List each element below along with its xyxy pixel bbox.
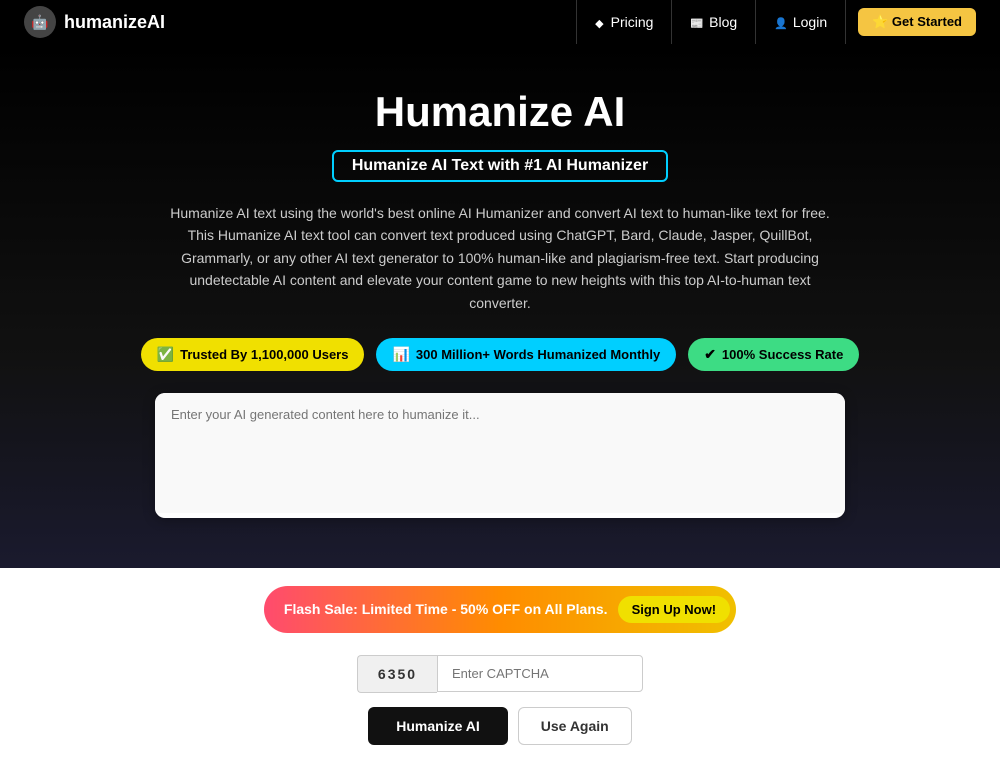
bottom-section: Flash Sale: Limited Time - 50% OFF on Al… — [0, 568, 1000, 775]
navbar: 🤖 humanizeAI Pricing Blog Login ⭐ Get St… — [0, 0, 1000, 44]
nav-link-blog[interactable]: Blog — [672, 0, 756, 44]
hero-section: Humanize AI Humanize AI Text with #1 AI … — [0, 44, 1000, 568]
use-again-button[interactable]: Use Again — [518, 707, 632, 745]
diamond-icon — [595, 14, 605, 30]
flash-sale-text: Flash Sale: Limited Time - 50% OFF on Al… — [284, 601, 608, 617]
logo-text: humanizeAI — [64, 12, 165, 33]
sign-up-now-button[interactable]: Sign Up Now! — [618, 596, 731, 623]
badge-success-rate: ✔ 100% Success Rate — [688, 338, 859, 371]
ai-content-textarea[interactable] — [155, 393, 845, 513]
badge-words-humanized: 📊 300 Million+ Words Humanized Monthly — [376, 338, 676, 371]
blog-icon — [690, 14, 704, 30]
humanize-ai-button[interactable]: Humanize AI — [368, 707, 508, 745]
nav-link-pricing[interactable]: Pricing — [576, 0, 672, 44]
chart-bar-icon: 📊 — [392, 346, 409, 363]
action-buttons: Humanize AI Use Again — [20, 707, 980, 745]
captcha-input[interactable] — [437, 655, 643, 692]
flash-sale-banner: Flash Sale: Limited Time - 50% OFF on Al… — [264, 586, 736, 633]
user-icon — [774, 14, 788, 30]
check-circle-icon: ✅ — [157, 346, 174, 363]
hero-subtitle-badge: Humanize AI Text with #1 AI Humanizer — [332, 150, 668, 182]
captcha-row: 6350 — [20, 655, 980, 693]
nav-link-login[interactable]: Login — [756, 0, 846, 44]
checkmark-icon: ✔ — [704, 346, 716, 363]
captcha-value: 6350 — [357, 655, 437, 693]
badge-trusted-users: ✅ Trusted By 1,100,000 Users — [141, 338, 365, 371]
logo-area[interactable]: 🤖 humanizeAI — [24, 6, 165, 38]
textarea-container — [155, 393, 845, 518]
get-started-button[interactable]: ⭐ Get Started — [858, 8, 976, 36]
badges-row: ✅ Trusted By 1,100,000 Users 📊 300 Milli… — [20, 338, 980, 371]
hero-description: Humanize AI text using the world's best … — [160, 202, 840, 314]
hero-title: Humanize AI — [20, 88, 980, 136]
nav-links: Pricing Blog Login ⭐ Get Started — [576, 0, 976, 44]
logo-icon: 🤖 — [24, 6, 56, 38]
